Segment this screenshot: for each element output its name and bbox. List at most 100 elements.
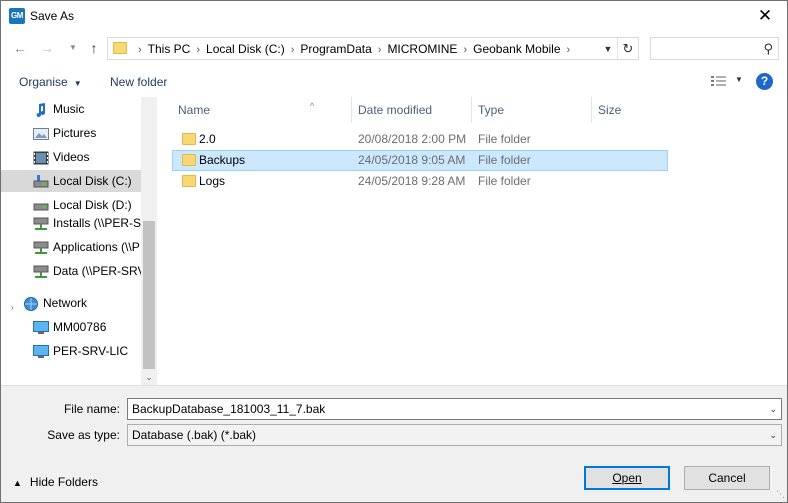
breadcrumb-this-pc[interactable]: This PC	[148, 42, 191, 56]
nav-item-label: Local Disk (D:)	[53, 198, 132, 212]
up-button[interactable]: ↑	[84, 38, 104, 58]
close-button[interactable]: ✕	[743, 1, 787, 31]
folder-icon	[182, 133, 196, 145]
view-options-button[interactable]	[710, 74, 728, 88]
hide-folders-label: Hide Folders	[29, 475, 98, 489]
scroll-down-button[interactable]: ⌄	[141, 369, 157, 385]
file-list: Name ^ Date modified Type Size 2.0 20/08…	[159, 97, 787, 385]
breadcrumb-separator-icon[interactable]: ›	[138, 44, 142, 56]
refresh-button[interactable]: ↻	[617, 38, 638, 59]
chevron-down-icon: ⌄	[769, 430, 777, 440]
music-icon	[33, 102, 49, 117]
nav-item-mm00786[interactable]: MM00786	[33, 316, 106, 338]
window-title: Save As	[30, 9, 75, 23]
breadcrumb-programdata[interactable]: ProgramData	[300, 42, 371, 56]
organise-button[interactable]: Organise ▼	[19, 75, 82, 89]
nav-item-network[interactable]: › Network	[11, 292, 87, 314]
chevron-down-icon[interactable]: ⌄	[769, 399, 777, 419]
nav-item-installs[interactable]: Installs (\\PER-SI	[33, 212, 144, 234]
folder-icon	[182, 154, 196, 166]
folder-icon	[113, 42, 127, 54]
column-header-date-modified[interactable]: Date modified	[352, 97, 472, 123]
column-header-name[interactable]: Name ^	[172, 97, 352, 123]
scroll-thumb[interactable]	[143, 221, 155, 369]
save-as-dialog: GM Save As ✕ ← → ▼ ↑ › This PC › Local Disk…	[0, 0, 788, 503]
file-date: 24/05/2018 9:28 AM	[358, 174, 466, 188]
open-button[interactable]: Open	[584, 466, 670, 490]
chevron-right-icon[interactable]: ›	[11, 297, 19, 312]
file-row-selected[interactable]: Backups 24/05/2018 9:05 AM File folder	[172, 150, 668, 171]
details-view-icon	[711, 76, 726, 86]
cancel-button[interactable]: Cancel	[684, 466, 770, 490]
breadcrumb-local-disk-c[interactable]: Local Disk (C:)	[206, 42, 285, 56]
file-name-field[interactable]: BackupDatabase_181003_11_7.bak ⌄	[127, 398, 782, 420]
network-drive-icon	[33, 265, 49, 279]
nav-item-applications[interactable]: Applications (\\P	[33, 236, 140, 258]
breadcrumb-separator-icon[interactable]: ›	[291, 44, 295, 56]
breadcrumb: › This PC › Local Disk (C:) › ProgramData › MIC…	[132, 42, 576, 56]
forward-button[interactable]: →	[37, 38, 57, 58]
nav-item-videos[interactable]: Videos	[33, 146, 89, 168]
nav-item-label: Videos	[53, 150, 90, 164]
new-folder-button[interactable]: New folder	[110, 75, 167, 89]
nav-item-music[interactable]: Music	[33, 98, 84, 120]
nav-item-label: Music	[53, 102, 85, 116]
navigation-scrollbar[interactable]: ⌄	[141, 97, 157, 385]
save-type-value: Database (.bak) (*.bak)	[132, 428, 257, 442]
view-dropdown-button[interactable]: ▼	[735, 75, 743, 84]
save-type-select[interactable]: Database (.bak) (*.bak) ⌄	[127, 424, 782, 446]
nav-item-label: Installs (\\PER-SI	[53, 216, 145, 230]
pictures-icon	[33, 127, 49, 141]
videos-icon	[33, 151, 49, 165]
arrow-up-icon: ↑	[90, 40, 98, 56]
file-name: Backups	[199, 153, 246, 167]
save-type-label: Save as type:	[21, 428, 120, 442]
breadcrumb-separator-icon[interactable]: ›	[196, 44, 200, 56]
back-button[interactable]: ←	[10, 38, 30, 58]
search-input[interactable]: ⚲	[650, 37, 779, 60]
help-button[interactable]: ?	[756, 73, 773, 90]
new-folder-label: New folder	[110, 75, 168, 89]
nav-item-pictures[interactable]: Pictures	[33, 122, 96, 144]
nav-item-label: Pictures	[53, 126, 97, 140]
breadcrumb-separator-icon[interactable]: ›	[567, 44, 571, 56]
computer-icon	[33, 320, 49, 335]
chevron-down-icon: ▼	[603, 44, 613, 54]
title-bar: GM Save As ✕	[1, 1, 787, 31]
breadcrumb-micromine[interactable]: MICROMINE	[387, 42, 457, 56]
address-bar[interactable]: › This PC › Local Disk (C:) › ProgramData › MIC…	[107, 37, 639, 60]
drive-icon	[33, 174, 49, 189]
network-drive-icon	[33, 217, 49, 231]
column-header-size[interactable]: Size	[592, 97, 672, 123]
file-name: 2.0	[199, 132, 216, 146]
breadcrumb-geobank-mobile[interactable]: Geobank Mobile	[473, 42, 560, 56]
nav-item-label: Data (\\PER-SRV	[53, 264, 146, 278]
nav-item-label: Local Disk (C:)	[53, 174, 132, 188]
breadcrumb-separator-icon[interactable]: ›	[463, 44, 467, 56]
file-type: File folder	[478, 153, 531, 167]
arrow-right-icon: →	[40, 40, 54, 56]
recent-locations-button[interactable]: ▼	[63, 38, 83, 58]
hide-folders-button[interactable]: ▲ Hide Folders	[13, 475, 98, 489]
resize-grip-icon[interactable]: ⋱	[776, 489, 785, 500]
file-row[interactable]: Logs 24/05/2018 9:28 AM File folder	[172, 171, 668, 192]
chevron-down-icon: ▼	[73, 79, 82, 88]
save-type-label-text: Save as type:	[47, 428, 120, 442]
chevron-down-icon: ▼	[735, 75, 743, 84]
nav-item-data[interactable]: Data (\\PER-SRV	[33, 260, 145, 282]
nav-item-per-srv-lic[interactable]: PER-SRV-LIC	[33, 340, 128, 362]
column-header-label: Name	[178, 103, 211, 117]
nav-item-label: MM00786	[53, 320, 107, 334]
breadcrumb-separator-icon[interactable]: ›	[378, 44, 382, 56]
nav-item-local-disk-c[interactable]: Local Disk (C:)	[1, 170, 141, 192]
refresh-icon: ↻	[622, 41, 634, 56]
file-type: File folder	[478, 132, 531, 146]
address-history-button[interactable]: ▼	[601, 41, 615, 57]
file-row[interactable]: 2.0 20/08/2018 2:00 PM File folder	[172, 129, 668, 150]
file-date: 20/08/2018 2:00 PM	[358, 132, 467, 146]
nav-item-label: PER-SRV-LIC	[53, 344, 129, 358]
sort-ascending-icon: ^	[310, 101, 315, 111]
column-header-label: Size	[598, 103, 622, 117]
column-header-type[interactable]: Type	[472, 97, 592, 123]
app-icon: GM	[9, 8, 25, 24]
